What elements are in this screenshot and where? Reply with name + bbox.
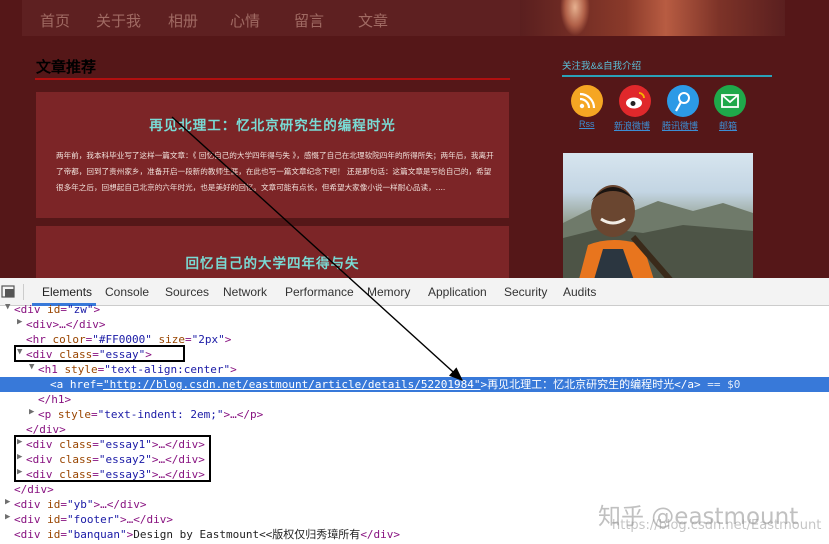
annotation-arrow xyxy=(171,116,464,381)
watermark-url: https://blog.csdn.net/Eastmount xyxy=(612,518,822,533)
